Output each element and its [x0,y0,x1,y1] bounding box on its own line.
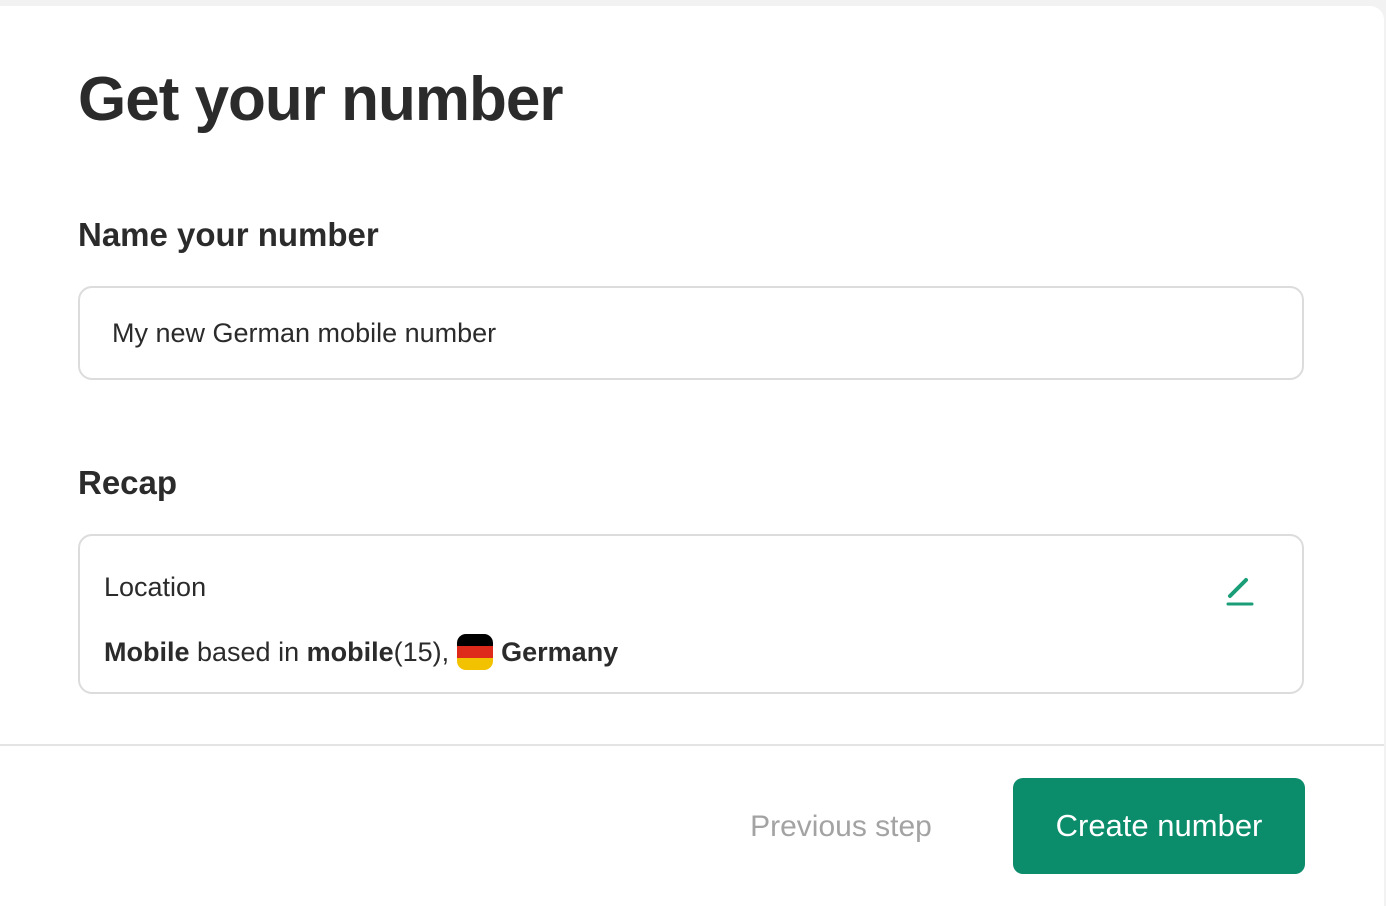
name-section-heading: Name your number [78,216,379,253]
location-summary: Mobile based in mobile (15), Germany [104,634,618,670]
based-in-text: based in [189,636,307,667]
previous-step-button[interactable]: Previous step [726,796,956,858]
number-setup-panel: Get your number Name your number Recap L… [0,6,1384,906]
number-name-input[interactable] [78,286,1304,380]
pencil-icon [1226,578,1254,606]
location-label: Location [104,572,207,602]
footer-divider [0,744,1384,746]
prefix-code: (15), [393,636,450,667]
edit-location-button[interactable] [1222,572,1258,608]
prefix-name: mobile [306,636,394,667]
country-name: Germany [501,636,619,667]
recap-section-heading: Recap [78,464,178,501]
germany-flag-icon [457,634,494,670]
create-number-button[interactable]: Create number [1013,778,1305,874]
line-type: Mobile [104,636,190,667]
page-title: Get your number [78,65,564,134]
recap-card: Location Mobile based in mobile (15), Ge… [78,534,1304,694]
